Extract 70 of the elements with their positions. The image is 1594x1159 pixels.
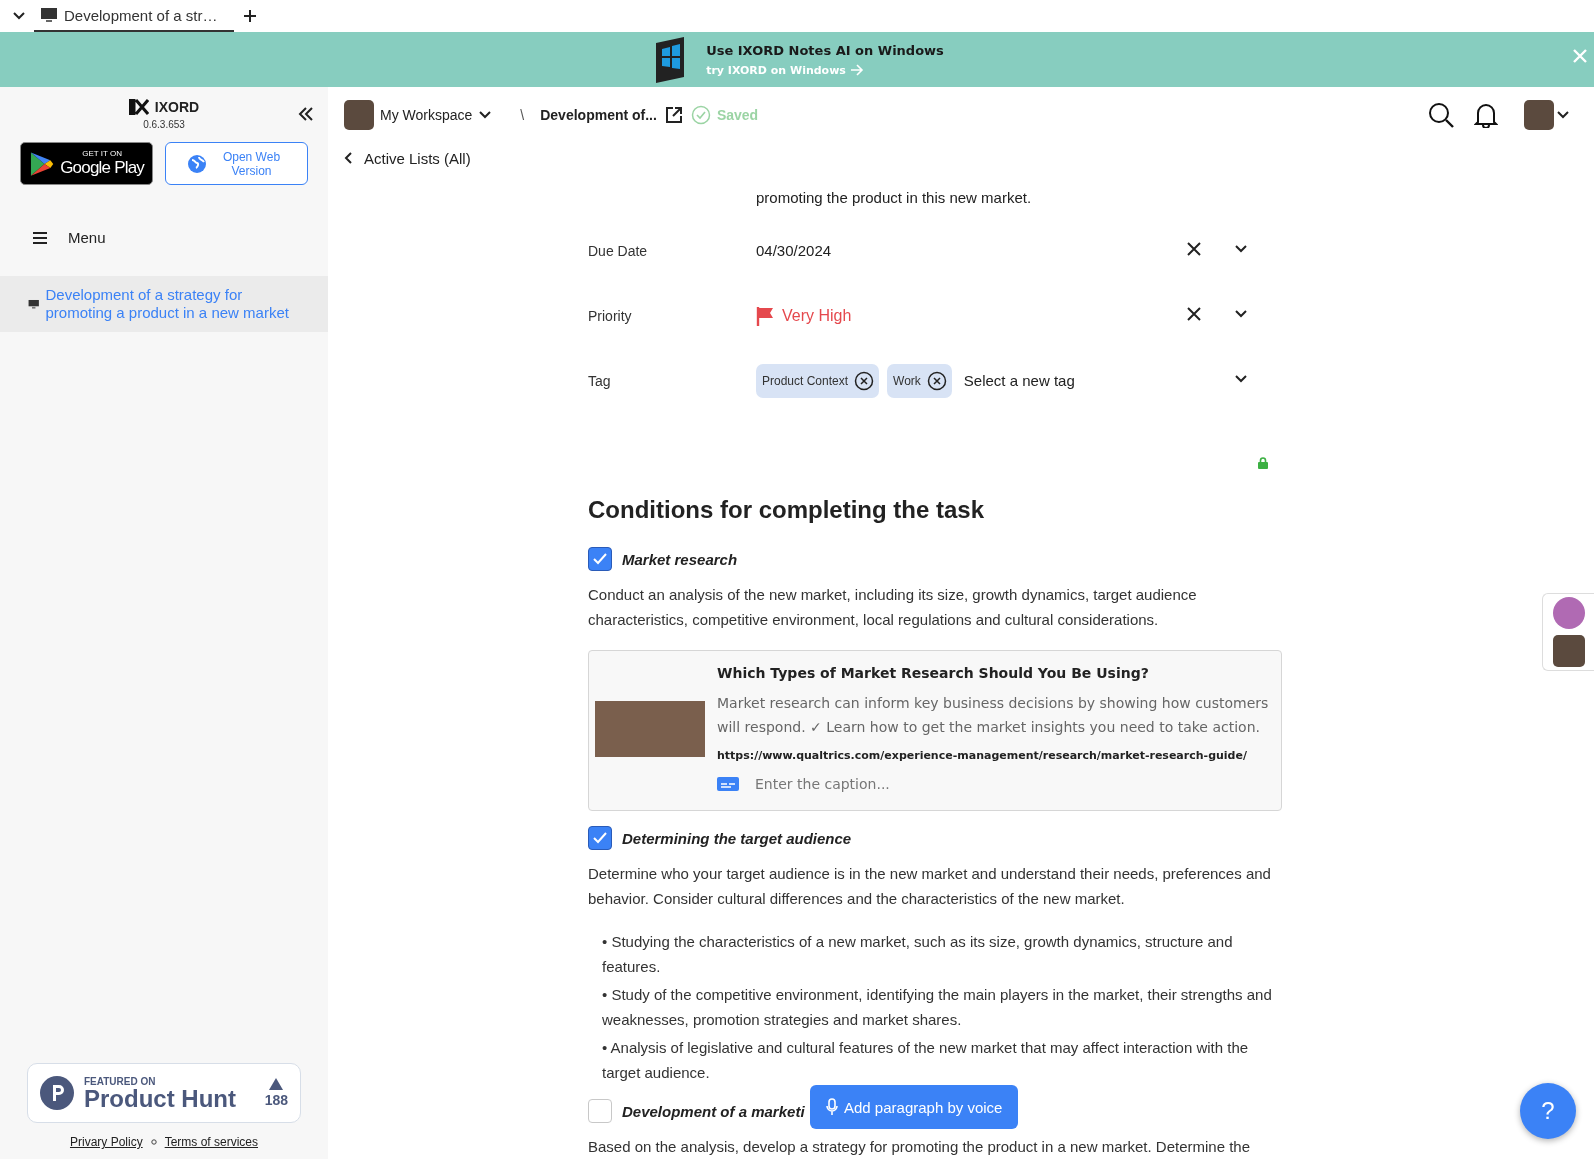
tag-chip: Product Context [756, 363, 880, 398]
search-icon[interactable] [1428, 102, 1454, 128]
menu-icon[interactable] [32, 230, 48, 245]
flag-icon [756, 305, 774, 326]
version-label: 0.6.3.653 [143, 119, 185, 130]
banner-title: Use IXORD Notes AI on Windows [706, 42, 944, 58]
monitor-icon [40, 7, 58, 23]
check-icon [593, 832, 607, 844]
field-label: Tag [588, 372, 612, 389]
back-link[interactable]: Active Lists (All) [328, 143, 487, 173]
caption-field[interactable]: Enter the caption... [755, 776, 1055, 792]
priority-value[interactable]: Very High [782, 306, 852, 325]
avatar [1552, 597, 1585, 629]
avatar [1524, 100, 1554, 130]
bell-icon[interactable] [1474, 102, 1498, 128]
checkbox[interactable] [588, 547, 612, 571]
product-hunt-badge[interactable]: FEATURED ON Product Hunt 188 [27, 1063, 301, 1123]
remove-tag-icon[interactable] [926, 370, 947, 391]
dot-separator-icon [150, 1139, 157, 1145]
arrow-right-icon [849, 64, 864, 76]
condition-title: Development of a marketi [622, 1102, 805, 1120]
caption-icon [717, 776, 739, 792]
checkbox[interactable] [588, 826, 612, 850]
save-status: Saved [716, 107, 759, 123]
clear-icon[interactable] [1186, 305, 1202, 322]
add-by-voice-button[interactable]: Add paragraph by voice [810, 1085, 1019, 1129]
remove-tag-icon[interactable] [854, 370, 875, 391]
avatar [1552, 635, 1585, 667]
product-hunt-logo-icon [40, 1076, 74, 1110]
date-value[interactable]: 04/30/2024 [756, 242, 832, 259]
field-label: Due Date [588, 242, 649, 259]
tag-chip: Work [887, 363, 952, 398]
link-title: Which Types of Market Research Should You Be Using? [717, 665, 1150, 681]
footer-link[interactable]: Terms of services [164, 1135, 258, 1149]
condition-title: Market research [622, 550, 738, 568]
footer-link[interactable]: Privary Policy [69, 1135, 143, 1149]
link-url[interactable]: https://www.qualtrics.com/experience-management/research/market-research-guide/ [717, 749, 1275, 762]
workspace-switcher[interactable]: My Workspace [338, 99, 499, 131]
condition-text: Conduct an analysis of the new market, including its size, growth dynamics, target audience characteristics, competitive environment, local regulations and cultural considerations. [588, 585, 1198, 630]
external-link-icon[interactable] [664, 106, 683, 124]
brand-name: IXORD [154, 99, 200, 115]
help-button[interactable]: ? [1520, 1083, 1576, 1139]
chevron-left-icon [344, 152, 352, 164]
globe-icon [186, 153, 207, 174]
breadcrumb-separator: \ [520, 107, 525, 123]
tag-select-placeholder[interactable]: Select a new tag [963, 372, 1075, 389]
bullet-item: • Studying the characteristics of a new market, such as its size, growth dynamics, structure and features. [602, 932, 1234, 977]
section-heading: Conditions for completing the task [588, 496, 985, 524]
condition-title: Determining the target audience [622, 829, 852, 847]
menu-label[interactable]: Menu [68, 229, 106, 246]
link-description: Market research can inform key business decisions by showing how customers will respond. ✓ Learn how to get the market insights you need to take action. [717, 694, 1270, 737]
bullet-item: • Study of the competitive environment, identifying the main players in the market, their strengths and weaknesses, promotion strategies and market shares. [602, 985, 1273, 1030]
condition-text: Determine who your target audience is in the new market and understand their needs, preferences and behavior. Consider cultural differences and the characteristics of the new market. [588, 864, 1272, 909]
check-icon [593, 553, 607, 565]
check-circle-icon [690, 105, 711, 125]
google-play-button[interactable]: GET IT ON Google Play [20, 142, 153, 185]
lock-icon [1258, 457, 1268, 469]
collapse-icon[interactable] [298, 107, 314, 121]
field-label: Priority [588, 307, 633, 324]
plus-icon[interactable] [242, 8, 258, 24]
breadcrumb-document[interactable]: Development of... [540, 107, 657, 123]
bullet-item: • Analysis of legislative and cultural features of the new market that may affect interaction with the target audience. [602, 1038, 1250, 1083]
open-web-version-button[interactable]: Open Web Version [165, 142, 308, 185]
brand-logo-icon [128, 99, 149, 115]
upvote-triangle-icon [269, 1078, 284, 1090]
clear-icon[interactable] [1186, 240, 1202, 257]
avatar [344, 100, 374, 130]
condition-text: Based on the analysis, develop a strategy for promoting the product in a new market. Determine the [588, 1137, 1252, 1157]
microphone-icon [826, 1098, 838, 1116]
description-text: promoting the product in this new market. [755, 189, 1033, 207]
